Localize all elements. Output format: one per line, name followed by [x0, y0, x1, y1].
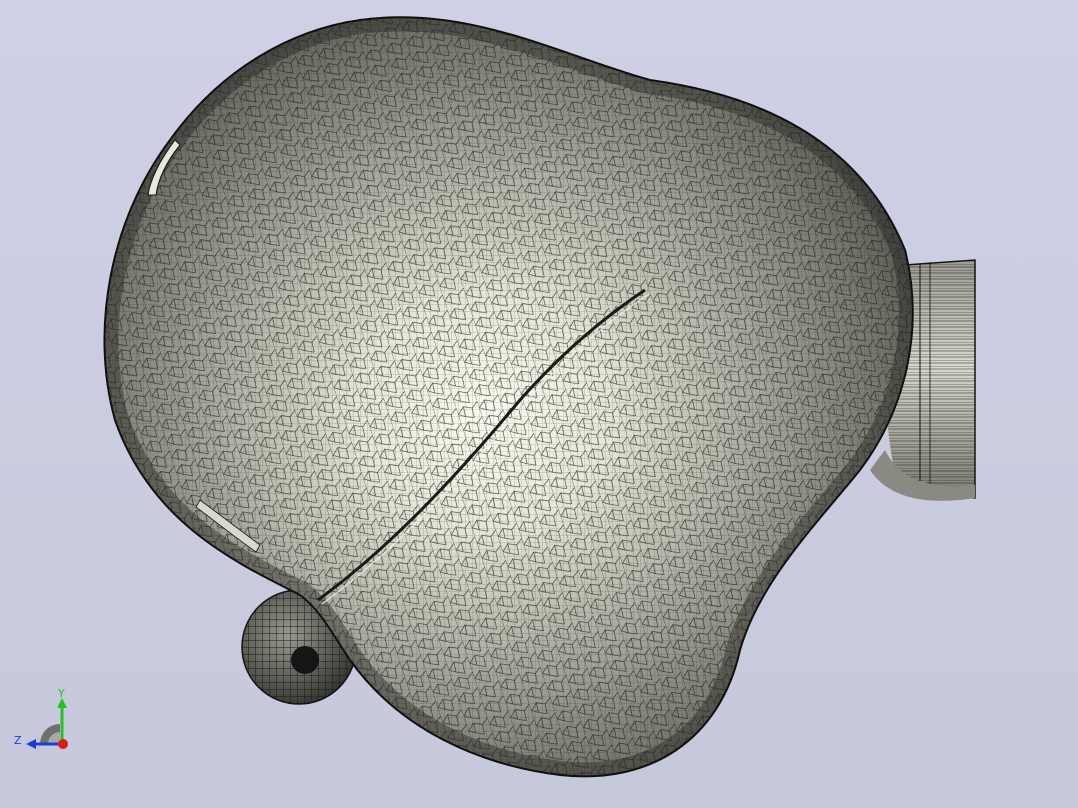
x-axis-dot: [58, 739, 68, 749]
meshed-3d-model[interactable]: [0, 0, 1078, 808]
z-axis-arrow: [26, 739, 36, 749]
orientation-triad[interactable]: Y Z: [10, 686, 74, 750]
y-axis-label: Y: [57, 687, 65, 700]
cad-viewport[interactable]: Y Z: [0, 0, 1078, 808]
z-axis-label: Z: [14, 734, 22, 747]
main-body-surface[interactable]: [90, 0, 930, 800]
